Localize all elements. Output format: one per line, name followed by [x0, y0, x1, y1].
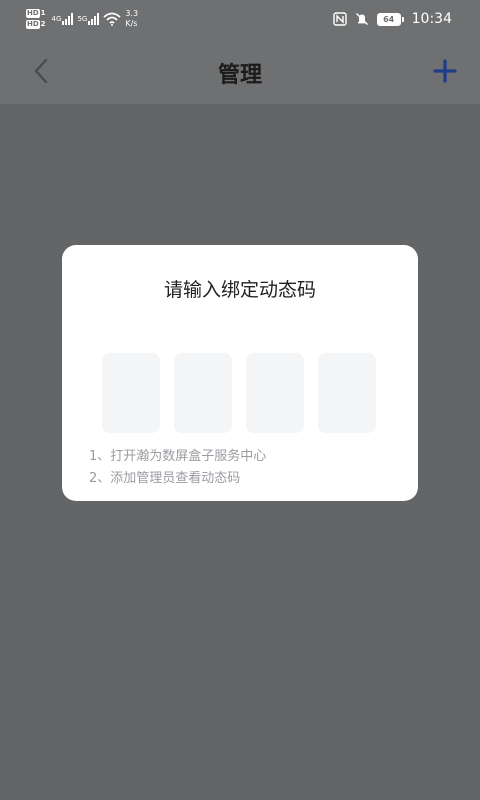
header: 管理: [0, 36, 480, 104]
mute-icon: [355, 13, 368, 25]
battery-level: 64: [376, 12, 401, 26]
bind-code-dialog: 请输入绑定动态码 1、打开瀚为数屏盒子服务中心 2、添加管理员查看动态码: [62, 245, 418, 501]
hd2-sub: 2: [40, 20, 46, 28]
signal-bars-icon: [88, 13, 100, 25]
screen: HD 1 HD 2 4G 5G 3.3 K/s 64 10:34 管理 请输入绑…: [0, 0, 480, 800]
status-bar-right: 64 10:34: [332, 6, 452, 32]
dialog-title: 请输入绑定动态码: [163, 279, 316, 301]
instruction-step-2: 2、添加管理员查看动态码: [89, 471, 241, 486]
signal-sim2: 5G: [77, 13, 100, 25]
net2-label: 5G: [77, 15, 88, 23]
net1-label: 4G: [51, 15, 62, 23]
code-input-1[interactable]: [102, 353, 160, 433]
page-title: 管理: [217, 63, 262, 88]
nfc-icon: [332, 12, 347, 26]
battery-icon: 64: [376, 12, 404, 26]
network-speed: 3.3 K/s: [125, 9, 138, 29]
plus-icon: [433, 59, 457, 83]
hd1-label: HD: [26, 9, 40, 18]
code-input-2[interactable]: [174, 353, 232, 433]
speed-value: 3.3: [125, 9, 139, 18]
speed-unit: K/s: [125, 19, 138, 28]
status-bar-left: HD 1 HD 2 4G 5G 3.3 K/s: [26, 6, 138, 32]
hd1-badge: HD 1: [26, 9, 46, 18]
status-bar: HD 1 HD 2 4G 5G 3.3 K/s 64 10:34: [0, 0, 480, 36]
add-button[interactable]: [428, 54, 462, 88]
hd1-sub: 1: [40, 9, 46, 17]
signal-bars-icon: [62, 13, 74, 25]
wifi-icon: [103, 12, 121, 26]
hd-indicators: HD 1 HD 2: [26, 9, 46, 29]
hd2-label: HD: [26, 20, 40, 29]
instructions: 1、打开瀚为数屏盒子服务中心 2、添加管理员查看动态码: [89, 446, 266, 490]
instruction-step-1: 1、打开瀚为数屏盒子服务中心: [89, 449, 267, 464]
code-input-4[interactable]: [318, 353, 376, 433]
code-input-3[interactable]: [246, 353, 304, 433]
signal-sim1: 4G: [52, 13, 74, 25]
hd2-badge: HD 2: [26, 20, 46, 29]
status-time: 10:34: [411, 11, 452, 27]
code-input-group: [102, 353, 376, 433]
